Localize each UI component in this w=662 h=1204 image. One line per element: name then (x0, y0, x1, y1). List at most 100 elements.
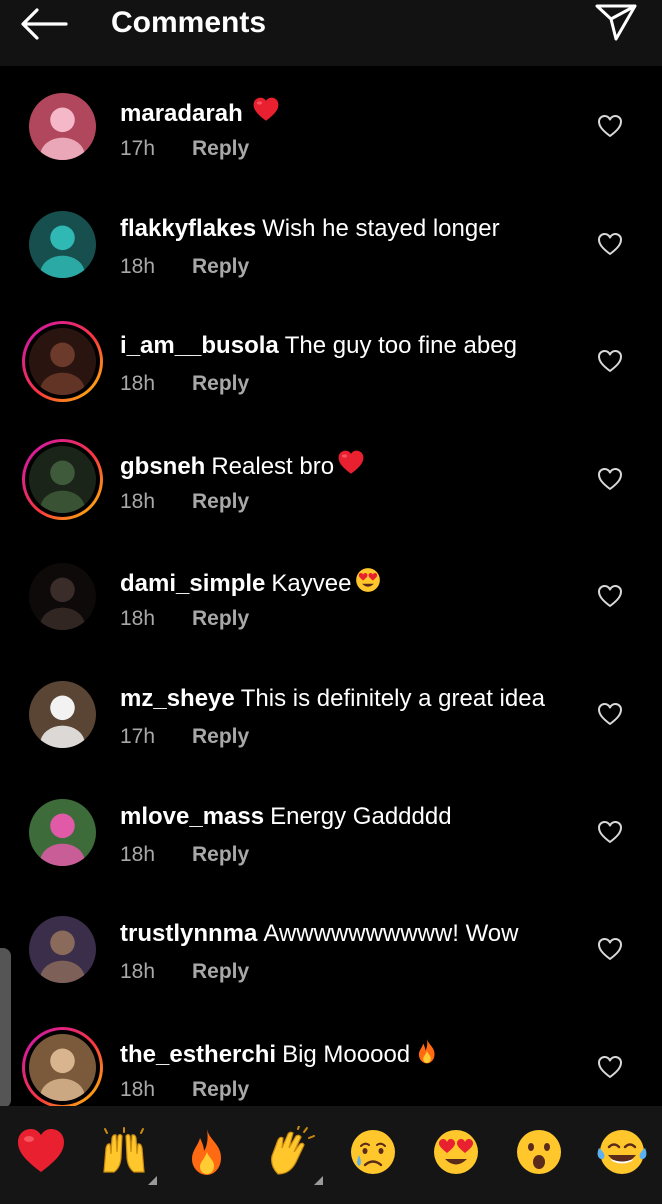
like-heart-icon[interactable] (597, 820, 623, 844)
comment-row[interactable]: maradarah 17h Reply (0, 66, 662, 184)
comment-row[interactable]: dami_simple Kayvee 18h Reply (0, 536, 662, 654)
comment-meta: 18h Reply (120, 489, 249, 515)
comment-timestamp: 18h (120, 1077, 156, 1101)
like-heart-icon[interactable] (597, 702, 623, 726)
avatar-story-ring[interactable] (22, 321, 103, 403)
heart-eyes-icon[interactable] (430, 1126, 482, 1178)
comment-row[interactable]: i_am__busola The guy too fine abeg 18h Repl… (0, 301, 662, 419)
comment-body: This is definitely a great idea (240, 685, 545, 712)
comment-timestamp: 17h (120, 137, 156, 160)
comment-meta: 17h Reply (120, 724, 249, 750)
comment-body: Big Mooood (282, 1040, 411, 1068)
reply-button[interactable]: Reply (192, 255, 249, 278)
comment-text: gbsneh Realest bro (120, 449, 365, 485)
comment-body: Wish he stayed longer (262, 214, 500, 242)
send-icon[interactable] (594, 2, 638, 42)
crying-face-icon[interactable] (347, 1126, 399, 1178)
avatar-image (29, 1033, 96, 1101)
comment-row[interactable]: trustlynnma Awwwwwwwwww! Wow 18h Reply (0, 889, 662, 1007)
avatar-image (29, 210, 96, 278)
comment-text: trustlynnma Awwwwwwwwww! Wow (120, 919, 519, 949)
comment-text: maradarah (120, 96, 280, 132)
comment-meta: 17h Reply (120, 136, 249, 162)
clapping-hands-icon[interactable] (264, 1125, 316, 1178)
avatar[interactable] (22, 204, 103, 285)
comment-timestamp: 18h (120, 960, 156, 984)
comment-meta: 18h Reply (120, 254, 249, 280)
comment-username[interactable]: dami_simple (120, 570, 265, 597)
avatar-image (29, 93, 96, 160)
like-heart-icon[interactable] (597, 467, 623, 491)
avatar[interactable] (22, 86, 103, 167)
red-heart-icon (252, 96, 280, 132)
comment-username[interactable]: i_am__busola (120, 332, 279, 359)
like-heart-icon[interactable] (597, 349, 623, 373)
comment-username[interactable]: gbsneh (120, 453, 205, 480)
like-heart-icon[interactable] (597, 1055, 623, 1079)
comment-text: mlove_mass Energy Gaddddd (120, 802, 452, 832)
comment-username[interactable]: mlove_mass (120, 803, 264, 830)
avatar[interactable] (22, 674, 103, 755)
reply-button[interactable]: Reply (192, 1078, 249, 1101)
reply-button[interactable]: Reply (192, 960, 249, 983)
avatar[interactable] (22, 909, 103, 990)
reply-button[interactable]: Reply (192, 843, 249, 866)
reply-button[interactable]: Reply (192, 372, 249, 395)
reply-button[interactable]: Reply (192, 607, 249, 630)
comment-timestamp: 18h (120, 254, 156, 278)
page-title: Comments (111, 6, 267, 39)
raising-hands-icon[interactable] (98, 1126, 150, 1178)
avatar[interactable] (22, 792, 103, 873)
avatar-image (29, 916, 96, 984)
back-arrow-icon[interactable] (20, 7, 68, 41)
reply-button[interactable]: Reply (192, 725, 249, 748)
avatar[interactable] (22, 556, 103, 637)
comment-username[interactable]: mz_sheye (120, 685, 235, 712)
like-heart-icon[interactable] (597, 584, 623, 608)
surprised-face-icon[interactable] (513, 1126, 565, 1178)
heart-eyes-icon (354, 566, 382, 602)
fire-icon[interactable] (181, 1126, 233, 1178)
comment-username[interactable]: flakkyflakes (120, 215, 256, 242)
comment-text: the_estherchi Big Mooood (120, 1037, 441, 1073)
comment-body: The guy too fine abeg (284, 332, 517, 360)
like-heart-icon[interactable] (597, 114, 623, 138)
reply-button[interactable]: Reply (192, 490, 249, 513)
comment-row[interactable]: the_estherchi Big Mooood 18h Reply (0, 1007, 662, 1106)
comment-timestamp: 18h (120, 489, 156, 513)
red-heart-icon[interactable] (15, 1126, 67, 1178)
scroll-handle[interactable] (0, 948, 11, 1108)
avatar-image (29, 328, 96, 396)
comment-timestamp: 18h (120, 607, 156, 631)
comment-meta: 18h Reply (120, 959, 249, 985)
comment-row[interactable]: flakkyflakes Wish he stayed longer 18h Repl… (0, 184, 662, 302)
comment-text: flakkyflakes Wish he stayed longer (120, 214, 500, 244)
skin-tone-variant-indicator (314, 1176, 323, 1185)
comment-meta: 18h Reply (120, 842, 249, 868)
comment-timestamp: 18h (120, 842, 156, 866)
comment-text: dami_simple Kayvee (120, 566, 382, 602)
avatar-story-ring[interactable] (22, 438, 103, 520)
comment-body: Energy Gaddddd (270, 802, 452, 830)
emoji-reaction-bar (0, 1106, 662, 1204)
like-heart-icon[interactable] (597, 232, 623, 256)
comment-body: Realest bro (211, 452, 335, 480)
comment-username[interactable]: the_estherchi (120, 1041, 276, 1068)
comment-timestamp: 17h (120, 725, 156, 748)
comment-username[interactable]: maradarah (120, 100, 243, 127)
reply-button[interactable]: Reply (192, 137, 249, 160)
comment-username[interactable]: trustlynnma (120, 920, 257, 947)
like-heart-icon[interactable] (597, 937, 623, 961)
comment-meta: 18h Reply (120, 1077, 249, 1103)
comment-row[interactable]: gbsneh Realest bro 18h Reply (0, 419, 662, 537)
comment-list[interactable]: maradarah 17h Reply flakkyflakes Wish he sta… (0, 66, 662, 1106)
comment-body: Kayvee (271, 570, 352, 598)
tears-of-joy-icon[interactable] (596, 1126, 648, 1178)
comment-row[interactable]: mz_sheye This is definitely a great idea 1… (0, 654, 662, 772)
avatar-image (29, 563, 96, 631)
comment-text: mz_sheye This is definitely a great idea (120, 684, 545, 714)
top-bar: Comments (0, 0, 662, 66)
comment-row[interactable]: mlove_mass Energy Gaddddd 18h Reply (0, 772, 662, 890)
avatar-image (29, 798, 96, 866)
avatar-story-ring[interactable] (22, 1026, 103, 1106)
